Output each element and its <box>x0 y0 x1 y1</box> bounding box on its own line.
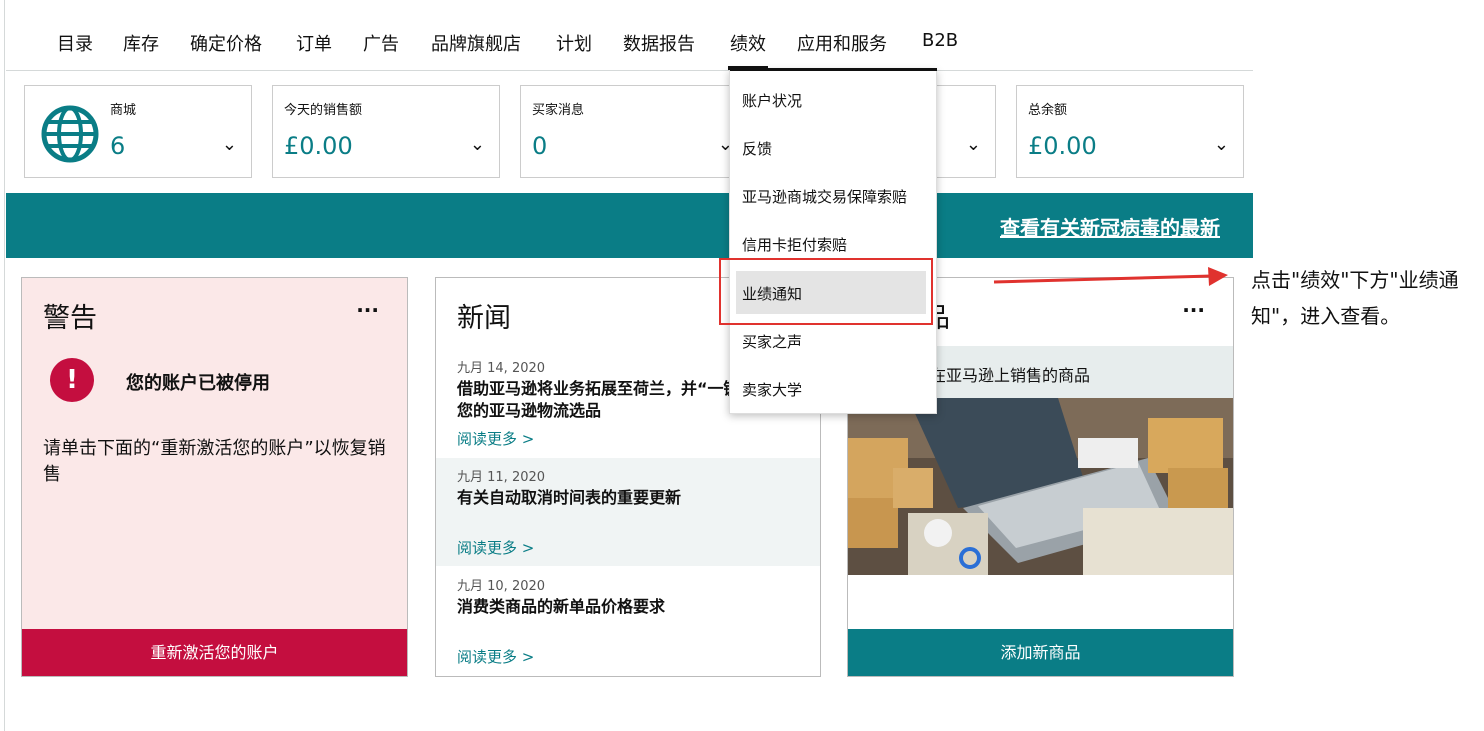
top-navigation: 目录 库存 确定价格 订单 广告 品牌旗舰店 计划 数据报告 绩效 应用和服务 … <box>6 0 1253 71</box>
chevron-down-icon[interactable]: ⌄ <box>222 134 237 155</box>
dropdown-top-border <box>730 68 937 71</box>
page-left-border <box>4 0 5 731</box>
nav-plans[interactable]: 计划 <box>556 30 592 56</box>
news-title[interactable]: 消费类商品的新单品价格要求 <box>457 596 797 618</box>
menu-item-account-health[interactable]: 账户状况 <box>742 90 802 111</box>
card-today-sales[interactable]: 今天的销售额 £0.00 ⌄ <box>272 85 500 178</box>
menu-item-chargeback-claims[interactable]: 信用卡拒付索赔 <box>742 234 847 255</box>
card-value: £0.00 <box>284 132 353 160</box>
menu-item-a-to-z-claims[interactable]: 亚马逊商城交易保障索赔 <box>742 186 907 207</box>
nav-inventory[interactable]: 库存 <box>123 30 159 56</box>
alert-headline: 您的账户已被停用 <box>126 373 270 394</box>
card-label: 总余额 <box>1028 103 1068 118</box>
covid-banner: 查看有关新冠病毒的最新 <box>6 193 1253 258</box>
widget-title: 新闻 <box>457 303 511 334</box>
read-more-link[interactable]: 阅读更多 > <box>457 646 534 667</box>
chevron-down-icon[interactable]: ⌄ <box>1214 134 1229 155</box>
card-label: 买家消息 <box>532 103 585 118</box>
annotation-highlight-box <box>719 258 933 325</box>
nav-performance[interactable]: 绩效 <box>728 30 768 70</box>
nav-advertising[interactable]: 广告 <box>363 30 399 56</box>
menu-item-feedback[interactable]: 反馈 <box>742 138 772 159</box>
exclamation-icon: ! <box>50 358 94 402</box>
product-strip-text: 在亚马逊上销售的商品 <box>930 366 1091 385</box>
reactivate-account-button[interactable]: 重新激活您的账户 <box>22 629 407 676</box>
performance-dropdown-menu: 账户状况 反馈 亚马逊商城交易保障索赔 信用卡拒付索赔 业绩通知 买家之声 卖家… <box>729 68 937 414</box>
more-options-icon[interactable]: ··· <box>356 298 379 322</box>
nav-apps-services[interactable]: 应用和服务 <box>797 30 887 56</box>
nav-orders[interactable]: 订单 <box>296 30 332 56</box>
card-buyer-messages[interactable]: 买家消息 0 ⌄ <box>520 85 748 178</box>
globe-icon <box>41 105 99 163</box>
covid-banner-link[interactable]: 查看有关新冠病毒的最新 <box>1000 212 1220 241</box>
news-date: 九月 11, 2020 <box>457 470 546 485</box>
annotation-arrow-icon <box>993 267 1228 286</box>
chevron-down-icon[interactable]: ⌄ <box>966 134 981 155</box>
chevron-down-icon[interactable]: ⌄ <box>470 134 485 155</box>
alert-body: 请单击下面的“重新激活您的账户”以恢复销售 <box>43 438 386 485</box>
menu-item-voice-of-customer[interactable]: 买家之声 <box>742 331 802 352</box>
nav-stores[interactable]: 品牌旗舰店 <box>431 30 521 56</box>
widget-title: 警告 <box>43 303 97 334</box>
alert-widget: 警告 ··· ! 您的账户已被停用 请单击下面的“重新激活您的账户”以恢复销售 … <box>21 277 408 677</box>
seller-laptop-photo <box>848 398 1233 575</box>
card-value: 0 <box>532 132 548 160</box>
annotation-text: 点击"绩效"下方"业绩通知"，进入查看。 <box>1251 268 1459 328</box>
nav-b2b[interactable]: B2B <box>922 30 958 51</box>
menu-item-seller-university[interactable]: 卖家大学 <box>742 379 802 400</box>
news-item: 九月 10, 2020 消费类商品的新单品价格要求 阅读更多 > <box>436 568 820 676</box>
card-value: £0.00 <box>1028 132 1097 160</box>
card-value: 6 <box>110 132 126 160</box>
nav-reports[interactable]: 数据报告 <box>623 30 695 56</box>
card-total-balance[interactable]: 总余额 £0.00 ⌄ <box>1016 85 1244 178</box>
card-label: 商城 <box>110 103 137 118</box>
card-marketplaces[interactable]: 商城 6 ⌄ <box>24 85 252 178</box>
more-options-icon[interactable]: ··· <box>1182 298 1205 322</box>
add-new-product-button[interactable]: 添加新商品 <box>848 629 1233 676</box>
read-more-link[interactable]: 阅读更多 > <box>457 537 534 558</box>
read-more-link[interactable]: 阅读更多 > <box>457 428 534 449</box>
news-title[interactable]: 有关自动取消时间表的重要更新 <box>457 487 797 509</box>
news-date: 九月 10, 2020 <box>457 579 546 594</box>
nav-pricing[interactable]: 确定价格 <box>190 30 262 56</box>
nav-catalog[interactable]: 目录 <box>57 30 93 56</box>
card-label: 今天的销售额 <box>284 103 363 118</box>
news-item: 九月 11, 2020 有关自动取消时间表的重要更新 阅读更多 > <box>436 458 820 566</box>
news-date: 九月 14, 2020 <box>457 361 546 376</box>
